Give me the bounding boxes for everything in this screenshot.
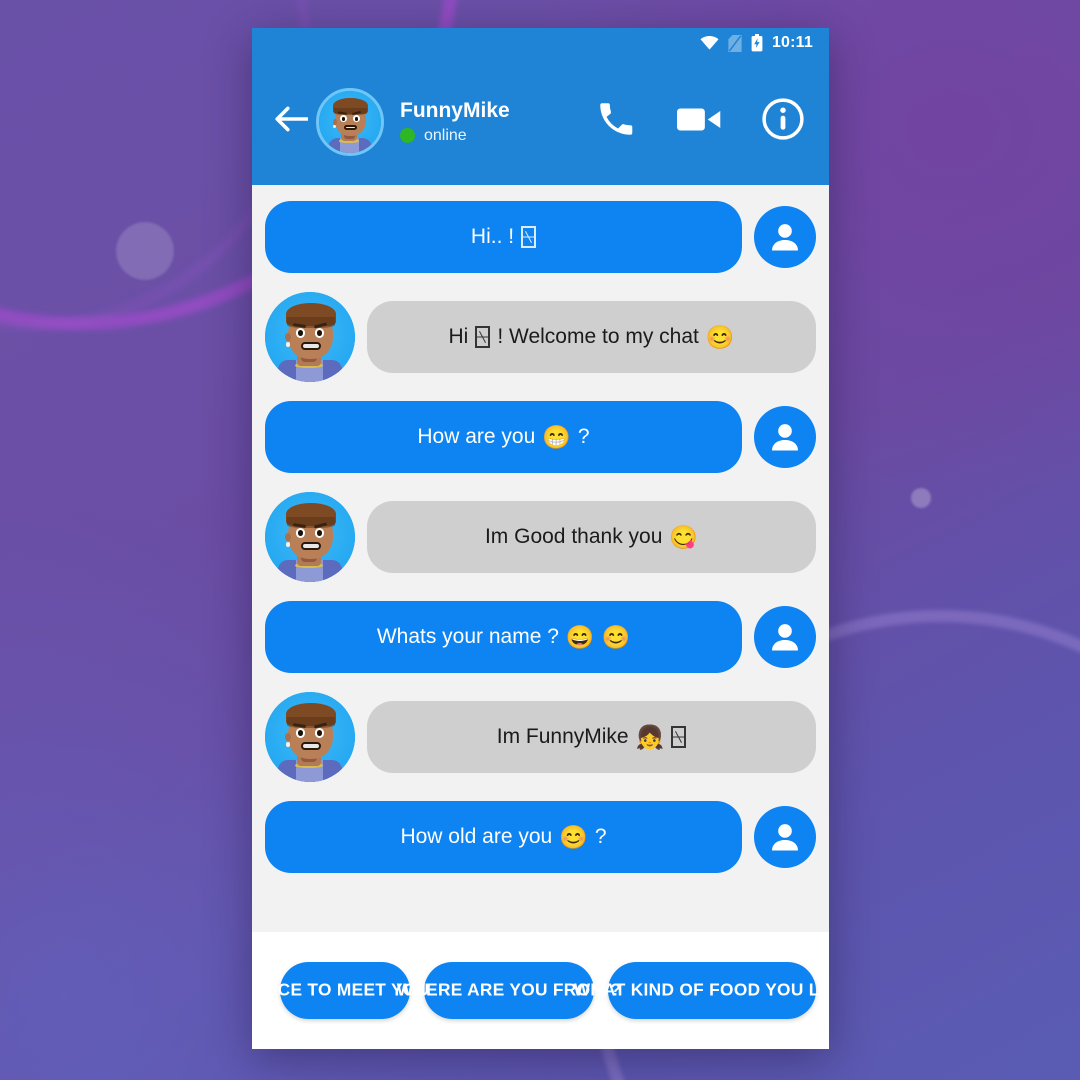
message-row: How are you 😁 ? <box>265 401 816 473</box>
grinning-face-emoji: 😄 <box>565 623 595 650</box>
sim-missing-icon <box>728 34 742 52</box>
user-avatar-icon[interactable] <box>754 206 816 268</box>
quick-reply-chip[interactable]: WHERE ARE YOU FROM ? <box>397 962 621 1019</box>
video-camera-icon <box>677 106 721 138</box>
contact-info-button[interactable] <box>761 97 805 146</box>
presence-row: online <box>400 126 595 144</box>
message-row: How old are you 😊 ? <box>265 801 816 873</box>
yum-face-emoji: 😋 <box>669 523 699 550</box>
phone-mockup: 10:11 FunnyMike online Hi.. ! Hi ! Welco… <box>252 28 829 1049</box>
contact-name: FunnyMike <box>400 99 510 123</box>
message-row: Whats your name ? 😄 😊 <box>265 601 816 673</box>
missing-glyph-icon <box>475 326 491 348</box>
user-avatar-icon[interactable] <box>754 806 816 868</box>
quick-reply-chip[interactable]: WHAT KIND OF FOOD YOU LIKE <box>574 962 829 1019</box>
online-status-dot <box>400 128 415 144</box>
message-row: Im Good thank you 😋 <box>265 492 816 582</box>
message-text-2: ? <box>594 825 607 849</box>
funnymike-avatar[interactable] <box>265 692 355 782</box>
message-row: Hi ! Welcome to my chat 😊 <box>265 292 816 382</box>
contact-avatar[interactable] <box>316 87 384 156</box>
back-button[interactable] <box>268 99 314 145</box>
quick-reply-label: WHAT KIND OF FOOD YOU LIKE <box>574 980 829 1000</box>
presence-label: online <box>424 126 467 144</box>
grinning-face-emoji: 😁 <box>542 423 571 450</box>
quick-reply-bar: NICE TO MEET YOU WHERE ARE YOU FROM ? WH… <box>252 932 829 1049</box>
message-bubble-incoming[interactable]: Im Good thank you 😋 <box>367 501 816 573</box>
message-text: Hi <box>448 325 469 349</box>
quick-reply-chip[interactable]: NICE TO MEET YOU <box>260 962 430 1019</box>
missing-glyph-icon <box>671 726 687 748</box>
funnymike-avatar-art <box>265 492 355 582</box>
message-list[interactable]: Hi.. ! Hi ! Welcome to my chat 😊 How are… <box>252 185 829 932</box>
user-avatar-icon[interactable] <box>754 606 816 668</box>
wallpaper-bokeh-small <box>911 488 931 508</box>
user-avatar-icon[interactable] <box>754 406 816 468</box>
message-text-2: ? <box>577 425 590 449</box>
status-bar-clock: 10:11 <box>771 34 813 51</box>
message-text: How are you <box>417 425 536 449</box>
message-bubble-incoming[interactable]: Im FunnyMike 👧 <box>367 701 816 773</box>
arrow-left-icon <box>274 105 309 138</box>
message-text: Whats your name ? <box>376 625 559 649</box>
app-bar-actions <box>595 97 805 146</box>
wifi-icon <box>700 36 719 50</box>
message-bubble-outgoing[interactable]: How old are you 😊 ? <box>265 801 742 873</box>
funnymike-avatar[interactable] <box>265 492 355 582</box>
smiling-face-emoji: 😊 <box>559 823 588 850</box>
battery-charging-icon <box>751 34 763 52</box>
funnymike-avatar-art <box>265 692 355 782</box>
voice-call-button[interactable] <box>595 98 637 145</box>
message-text: How old are you <box>400 825 553 849</box>
info-circle-icon <box>761 97 805 146</box>
funnymike-avatar-art <box>265 292 355 382</box>
missing-glyph-icon <box>521 226 537 248</box>
girl-emoji: 👧 <box>635 723 665 750</box>
message-bubble-outgoing[interactable]: Hi.. ! <box>265 201 742 273</box>
smiling-face-emoji: 😊 <box>601 623 631 650</box>
message-row: Im FunnyMike 👧 <box>265 692 816 782</box>
video-call-button[interactable] <box>677 106 721 138</box>
smiling-face-emoji: 😊 <box>705 323 735 350</box>
message-text: Im FunnyMike <box>496 725 629 749</box>
message-bubble-outgoing[interactable]: Whats your name ? 😄 😊 <box>265 601 742 673</box>
phone-icon <box>595 98 637 145</box>
funnymike-avatar[interactable] <box>265 292 355 382</box>
chat-app-bar: FunnyMike online <box>252 58 829 185</box>
message-text: Hi.. ! <box>470 225 515 249</box>
message-text-2: ! Welcome to my chat <box>497 325 699 349</box>
message-bubble-outgoing[interactable]: How are you 😁 ? <box>265 401 742 473</box>
message-text: Im Good thank you <box>484 525 663 549</box>
funnymike-avatar-art <box>319 90 381 153</box>
message-row: Hi.. ! <box>265 201 816 273</box>
contact-identity: FunnyMike online <box>400 99 595 144</box>
message-bubble-incoming[interactable]: Hi ! Welcome to my chat 😊 <box>367 301 816 373</box>
wallpaper-bokeh-large <box>116 222 174 280</box>
status-bar: 10:11 <box>252 28 829 58</box>
